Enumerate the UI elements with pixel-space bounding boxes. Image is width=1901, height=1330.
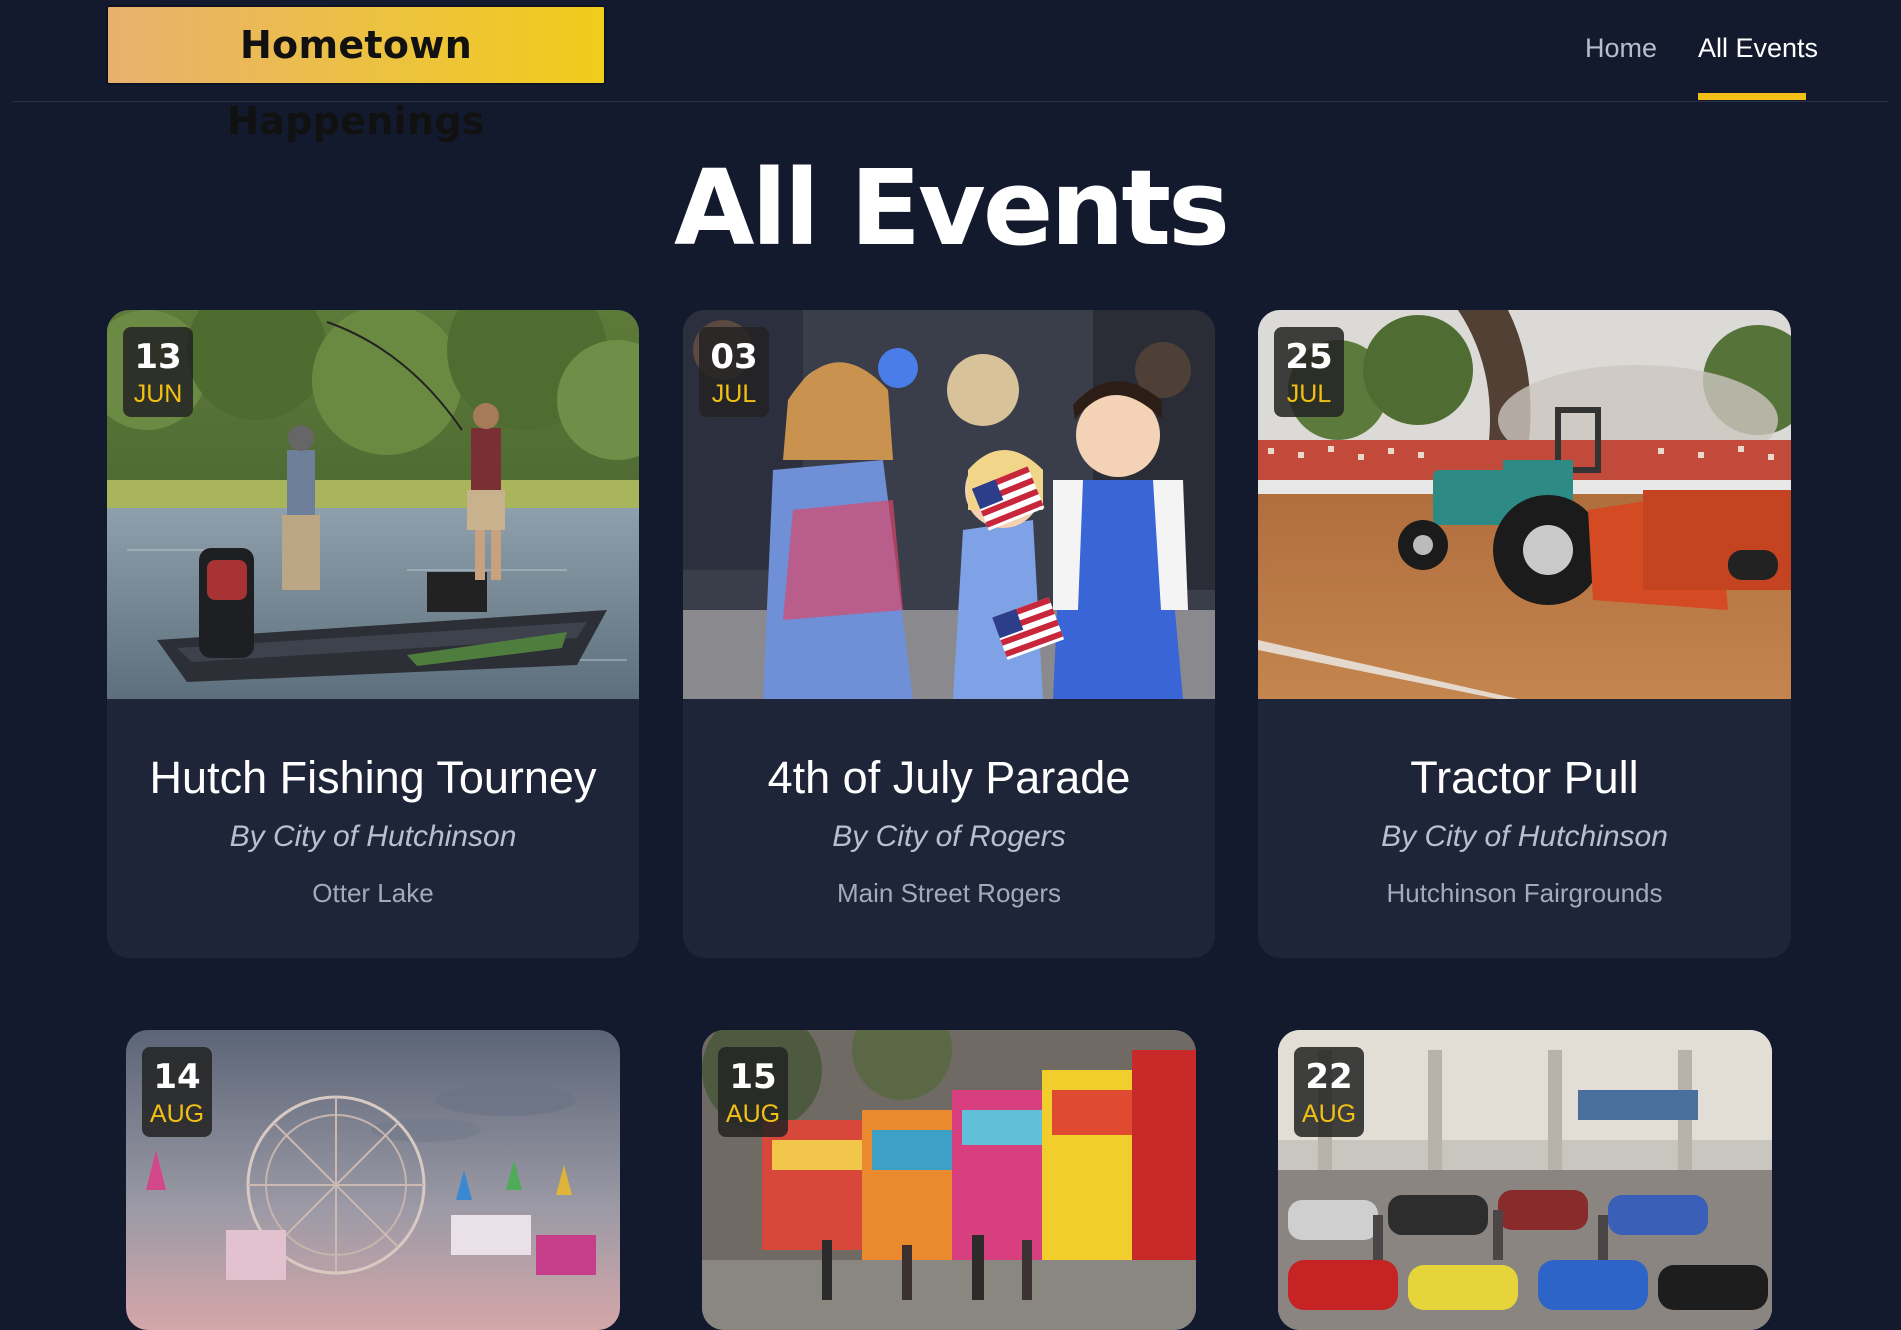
date-month: AUG: [149, 1100, 205, 1128]
date-day: 15: [729, 1057, 777, 1097]
event-card[interactable]: 15 AUG: [702, 1030, 1196, 1330]
date-month: JUN: [133, 380, 183, 408]
date-month: JUL: [1286, 380, 1332, 408]
event-image: 13 JUN: [107, 310, 639, 699]
date-day: 14: [153, 1057, 201, 1097]
event-organizer: By City of Rogers: [832, 820, 1066, 853]
event-title: Hutch Fishing Tourney: [149, 752, 597, 803]
event-image: 15 AUG: [702, 1030, 1196, 1330]
event-location: Main Street Rogers: [837, 878, 1061, 908]
event-title: Tractor Pull: [1410, 752, 1639, 803]
nav-all-events-link[interactable]: All Events: [1698, 33, 1818, 64]
event-location: Otter Lake: [312, 878, 434, 908]
date-badge: 03 JUL: [699, 327, 769, 417]
nav-home-link[interactable]: Home: [1585, 33, 1657, 64]
date-badge: 15 AUG: [718, 1047, 788, 1137]
event-card[interactable]: 25 JUL Tractor Pull By City of Hutchinso…: [1258, 310, 1791, 958]
site-logo[interactable]: Hometown Happenings: [106, 5, 606, 143]
event-image: 25 JUL: [1258, 310, 1791, 699]
date-day: 25: [1285, 337, 1333, 377]
event-image: 03 JUL: [683, 310, 1215, 699]
date-day: 03: [710, 337, 758, 377]
nav-active-indicator: [1698, 93, 1806, 100]
date-day: 22: [1305, 1057, 1353, 1097]
event-organizer: By City of Hutchinson: [229, 820, 517, 853]
page-title: All Events: [673, 147, 1230, 269]
date-badge: 14 AUG: [142, 1047, 212, 1137]
date-day: 13: [134, 337, 182, 377]
event-card[interactable]: 13 JUN Hutch Fishing Tourney By City of …: [107, 310, 639, 958]
event-card[interactable]: 03 JUL 4th of July Parade By City of Rog…: [683, 310, 1215, 958]
event-image: 22 AUG: [1278, 1030, 1772, 1330]
date-month: JUL: [711, 380, 757, 408]
date-month: AUG: [725, 1100, 781, 1128]
date-month: AUG: [1301, 1100, 1357, 1128]
event-card[interactable]: 14 AUG: [126, 1030, 620, 1330]
event-image: 14 AUG: [126, 1030, 620, 1330]
date-badge: 22 AUG: [1294, 1047, 1364, 1137]
event-location: Hutchinson Fairgrounds: [1386, 878, 1663, 908]
date-badge: 25 JUL: [1274, 327, 1344, 417]
event-card[interactable]: 22 AUG: [1278, 1030, 1772, 1330]
event-organizer: By City of Hutchinson: [1381, 820, 1668, 853]
date-badge: 13 JUN: [123, 327, 193, 417]
event-title: 4th of July Parade: [767, 752, 1131, 803]
